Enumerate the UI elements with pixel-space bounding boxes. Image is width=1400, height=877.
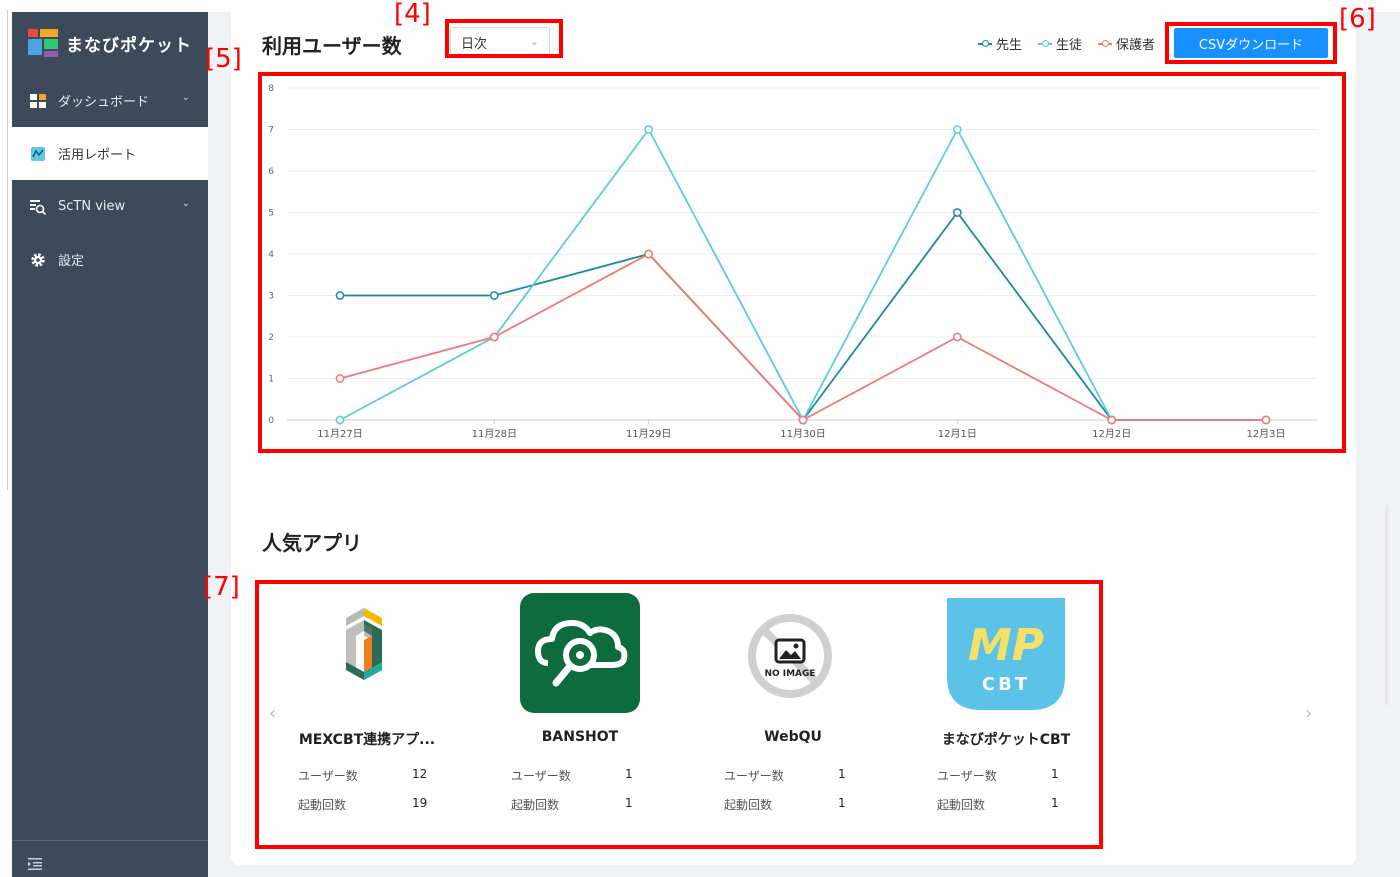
sidebar-item-label: 設定 [58, 254, 85, 269]
sidebar-item-report[interactable]: 活用レポート [12, 127, 208, 180]
sidebar-item-label: ダッシュボード [58, 95, 150, 110]
collapse-sidebar-icon[interactable] [28, 858, 42, 874]
annotation-box-7 [255, 580, 1103, 849]
legend-marker-icon [978, 39, 992, 49]
brand[interactable]: まなびポケット [28, 26, 192, 60]
divider [12, 840, 208, 841]
legend-marker-icon [1038, 39, 1053, 49]
annotation-box-5 [258, 72, 1346, 453]
sidebar-item-sctn-view[interactable]: ScTN view ⌄ [12, 180, 208, 233]
legend-marker-icon [1098, 39, 1113, 49]
brand-name: まなびポケット [66, 35, 192, 56]
annotation-label-5: [5] [205, 44, 242, 74]
report-icon [30, 146, 46, 162]
gear-icon [30, 252, 46, 268]
sidebar-item-dashboard[interactable]: ダッシュボード ⌄ [12, 74, 208, 127]
legend-label: 先生 [996, 38, 1023, 53]
legend-label: 生徒 [1056, 38, 1083, 53]
legend-label: 保護者 [1116, 38, 1156, 53]
sidebar-item-label: ScTN view [58, 199, 126, 214]
legend-item-teacher[interactable]: 先生 [978, 34, 1022, 53]
annotation-box-4 [445, 19, 563, 58]
scrollbar[interactable] [1385, 505, 1388, 705]
sidebar-nav: ダッシュボード ⌄ 活用レポート ScTN view ⌄ 設定 [12, 74, 208, 286]
sidebar: まなびポケット ダッシュボード ⌄ 活用レポート ScTN view ⌄ 設定 [12, 12, 208, 877]
apps-section-title: 人気アプリ [262, 531, 362, 555]
users-section-title: 利用ユーザー数 [262, 34, 402, 58]
window-left-edge [7, 10, 8, 490]
annotation-label-7: [7] [203, 572, 240, 602]
window-top-edge [0, 0, 1400, 12]
chart-legend: 先生 生徒 保護者 [978, 34, 1171, 53]
chevron-down-icon: ⌄ [181, 92, 190, 103]
annotation-box-6 [1165, 22, 1337, 64]
sctn-view-icon [30, 199, 46, 215]
sidebar-item-label: 活用レポート [58, 148, 137, 163]
annotation-label-4: [4] [394, 0, 431, 29]
dashboard-icon [30, 93, 46, 109]
chevron-down-icon: ⌄ [181, 198, 190, 209]
page: まなびポケット ダッシュボード ⌄ 活用レポート ScTN view ⌄ 設定 … [0, 0, 1400, 877]
legend-item-guardian[interactable]: 保護者 [1098, 34, 1155, 53]
carousel-next-icon[interactable]: › [1305, 703, 1312, 724]
sidebar-item-settings[interactable]: 設定 [12, 233, 208, 286]
annotation-label-6: [6] [1339, 4, 1376, 34]
brand-logo-icon [28, 27, 60, 59]
legend-item-student[interactable]: 生徒 [1038, 34, 1082, 53]
